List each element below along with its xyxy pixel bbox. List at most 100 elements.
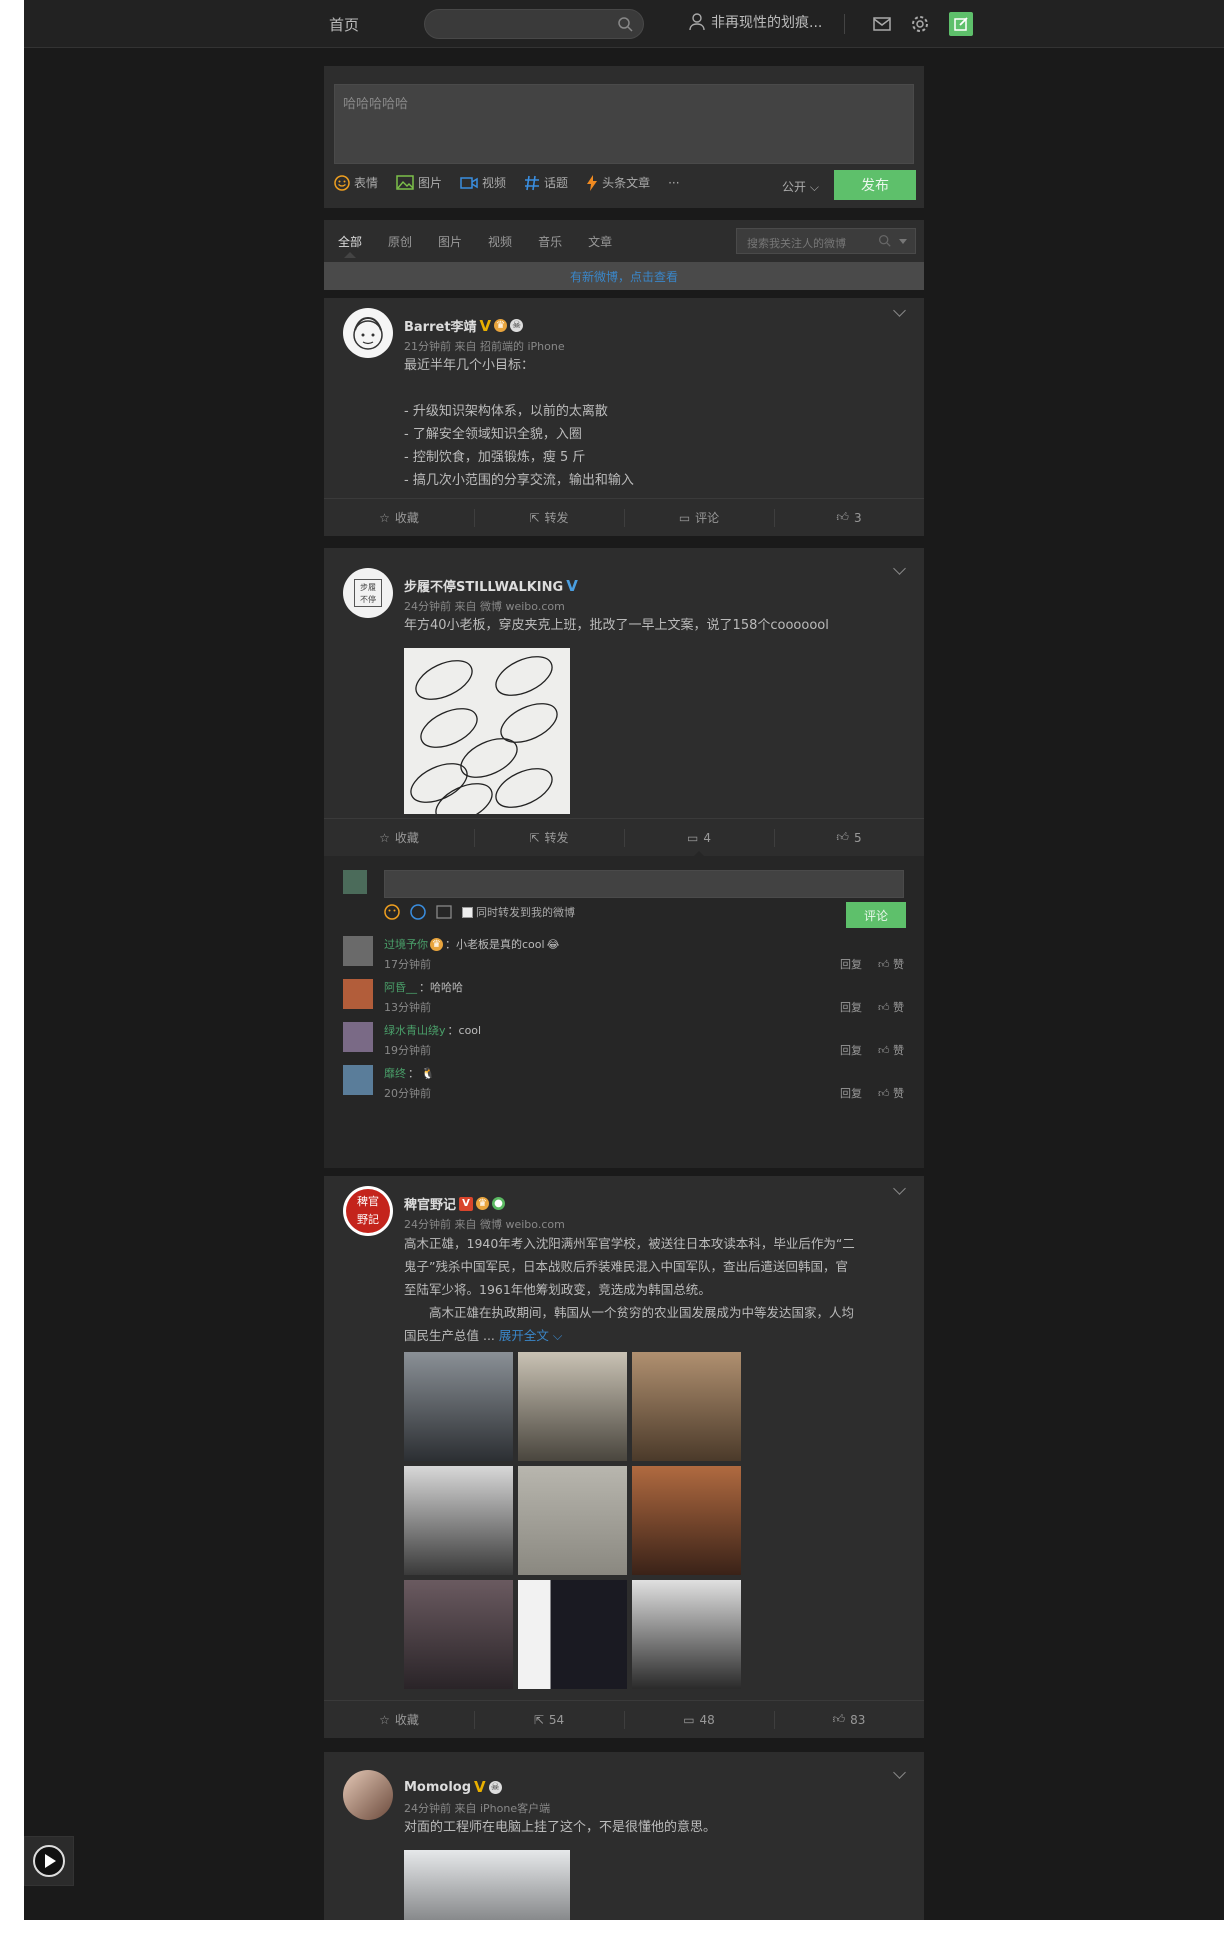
filter-tabs: 全部 原创 图片 视频 音乐 文章 bbox=[338, 233, 612, 250]
photo-thumbnail[interactable] bbox=[404, 1580, 513, 1689]
reply-button[interactable]: 回复 bbox=[840, 1042, 862, 1058]
video-play-button[interactable] bbox=[24, 1836, 74, 1886]
chevron-down-icon[interactable] bbox=[893, 1182, 906, 1195]
comment-input[interactable] bbox=[384, 870, 904, 898]
favorite-button[interactable]: ☆ 收藏 bbox=[324, 499, 474, 536]
chevron-down-icon[interactable] bbox=[893, 562, 906, 575]
post-author[interactable]: 稗官野记 V ♛ ● bbox=[404, 1194, 506, 1213]
photo-thumbnail[interactable] bbox=[518, 1580, 627, 1689]
reply-button[interactable]: 回复 bbox=[840, 1085, 862, 1101]
tab-articles[interactable]: 文章 bbox=[588, 233, 612, 250]
article-tool[interactable]: 头条文章 bbox=[586, 174, 650, 191]
photo-thumbnail[interactable] bbox=[632, 1352, 741, 1461]
photo-thumbnail[interactable] bbox=[518, 1352, 627, 1461]
gif-icon[interactable] bbox=[410, 904, 426, 920]
forward-checkbox[interactable]: 同时转发到我的微博 bbox=[462, 904, 575, 920]
verified-v-icon: V bbox=[459, 1196, 474, 1211]
new-posts-notice[interactable]: 有新微博，点击查看 bbox=[324, 262, 924, 290]
like-comment-button[interactable]: 👍︎ 赞 bbox=[878, 1042, 904, 1058]
post-text: 年方40小老板，穿皮夹克上班，批改了一早上文案，说了158个cooooool bbox=[404, 618, 829, 633]
avatar[interactable]: 步履 不停 bbox=[343, 568, 393, 618]
checkbox[interactable] bbox=[462, 906, 473, 918]
reply-button[interactable]: 回复 bbox=[840, 956, 862, 972]
more-tool[interactable]: ··· bbox=[668, 176, 679, 190]
smile-icon bbox=[334, 174, 350, 191]
like-comment-button[interactable]: 👍︎ 赞 bbox=[878, 1085, 904, 1101]
avatar[interactable] bbox=[343, 1770, 393, 1820]
photo-thumbnail[interactable] bbox=[518, 1466, 627, 1575]
emoji-tool[interactable]: 表情 bbox=[334, 174, 378, 191]
nav-user[interactable]: 非再现性的划痕... bbox=[689, 12, 822, 32]
favorite-button[interactable]: ☆ 收藏 bbox=[324, 1701, 474, 1738]
comment-ops: 回复 👍︎ 赞 bbox=[840, 999, 904, 1015]
post-author[interactable]: Barret李靖 V ♛ ☠ bbox=[404, 316, 524, 335]
post-author[interactable]: Momolog V ☠ bbox=[404, 1778, 502, 1796]
commenter-name[interactable]: 靡终 bbox=[384, 1065, 406, 1081]
photo-thumbnail[interactable] bbox=[404, 1466, 513, 1575]
image-icon[interactable] bbox=[436, 905, 452, 919]
compose-textarea[interactable]: 哈哈哈哈哈 bbox=[334, 84, 914, 164]
commenter-name[interactable]: 过境予你 bbox=[384, 936, 428, 952]
photo-thumbnail[interactable] bbox=[404, 1352, 513, 1461]
chevron-down-icon[interactable] bbox=[893, 1766, 906, 1779]
nav-home-link[interactable]: 首页 bbox=[329, 14, 359, 35]
reply-button[interactable]: 回复 bbox=[840, 999, 862, 1015]
favorite-button[interactable]: ☆ 收藏 bbox=[324, 819, 474, 856]
repost-button[interactable]: ⇱ 54 bbox=[474, 1701, 624, 1738]
like-button[interactable]: 👍︎ 83 bbox=[774, 1701, 924, 1738]
post-image[interactable] bbox=[404, 648, 570, 814]
photo-thumbnail[interactable] bbox=[632, 1466, 741, 1575]
like-button[interactable]: 👍︎ 5 bbox=[774, 819, 924, 856]
like-comment-button[interactable]: 👍︎ 赞 bbox=[878, 956, 904, 972]
avatar-logo: 步履 不停 bbox=[354, 579, 382, 607]
post-actions: ☆ 收藏 ⇱ 转发 ▭ 4 👍︎ 5 bbox=[324, 818, 924, 857]
visibility-select[interactable]: 公开 ⌵ bbox=[782, 178, 819, 195]
topic-tool[interactable]: 话题 bbox=[524, 174, 568, 191]
avatar-sketch-icon bbox=[353, 316, 383, 350]
search-icon[interactable] bbox=[878, 234, 891, 247]
search-icon[interactable] bbox=[617, 16, 633, 32]
like-comment-button[interactable]: 👍︎ 赞 bbox=[878, 999, 904, 1015]
tab-images[interactable]: 图片 bbox=[438, 233, 462, 250]
chevron-down-icon[interactable] bbox=[893, 304, 906, 317]
publish-button[interactable]: 发布 bbox=[834, 170, 916, 200]
commenter-name[interactable]: 阿昏__ bbox=[384, 979, 417, 995]
gear-icon[interactable] bbox=[910, 14, 930, 34]
commenter-avatar[interactable] bbox=[343, 1065, 373, 1095]
avatar[interactable] bbox=[343, 308, 393, 358]
commenter-avatar[interactable] bbox=[343, 979, 373, 1009]
image-tool[interactable]: 图片 bbox=[396, 174, 442, 191]
comment-button[interactable]: ▭ 评论 bbox=[624, 499, 774, 536]
like-button[interactable]: 👍︎ 3 bbox=[774, 499, 924, 536]
commenter-avatar[interactable] bbox=[343, 936, 373, 966]
tab-all[interactable]: 全部 bbox=[338, 233, 362, 250]
comment-button[interactable]: ▭ 48 bbox=[624, 1701, 774, 1738]
commenter-avatar[interactable] bbox=[343, 1022, 373, 1052]
chevron-down-icon[interactable] bbox=[899, 239, 907, 244]
repost-button[interactable]: ⇱ 转发 bbox=[474, 499, 624, 536]
mail-icon[interactable] bbox=[872, 14, 892, 34]
smile-icon[interactable] bbox=[384, 904, 400, 920]
submit-comment-button[interactable]: 评论 bbox=[846, 902, 906, 928]
comment-button[interactable]: ▭ 4 bbox=[624, 819, 774, 857]
tab-videos[interactable]: 视频 bbox=[488, 233, 512, 250]
nav-search[interactable] bbox=[424, 9, 644, 39]
tab-original[interactable]: 原创 bbox=[388, 233, 412, 250]
post-image[interactable] bbox=[404, 1850, 570, 1920]
tab-music[interactable]: 音乐 bbox=[538, 233, 562, 250]
search-input[interactable] bbox=[425, 10, 605, 38]
video-tool[interactable]: 视频 bbox=[460, 174, 506, 191]
photo-thumbnail[interactable] bbox=[632, 1580, 741, 1689]
thumbs-up-icon: 👍︎ bbox=[832, 1712, 846, 1726]
follow-search[interactable]: 搜索我关注人的微博 bbox=[736, 228, 916, 254]
avatar[interactable]: 稗官 野記 bbox=[343, 1186, 393, 1236]
post-author[interactable]: 步履不停STILLWALKING V bbox=[404, 576, 578, 596]
avatar-seal: 稗官 野記 bbox=[346, 1189, 390, 1233]
compose-button[interactable] bbox=[949, 12, 973, 36]
expand-link[interactable]: 展开全文 ⌵ bbox=[499, 1328, 562, 1343]
repost-button[interactable]: ⇱ 转发 bbox=[474, 819, 624, 856]
comment-time: 17分钟前 bbox=[384, 958, 431, 971]
compose-toolbar: 表情 图片 视频 话题 头条文章 ··· bbox=[334, 174, 680, 191]
share-icon: ⇱ bbox=[529, 510, 540, 525]
commenter-name[interactable]: 绿水青山绕y bbox=[384, 1022, 446, 1038]
